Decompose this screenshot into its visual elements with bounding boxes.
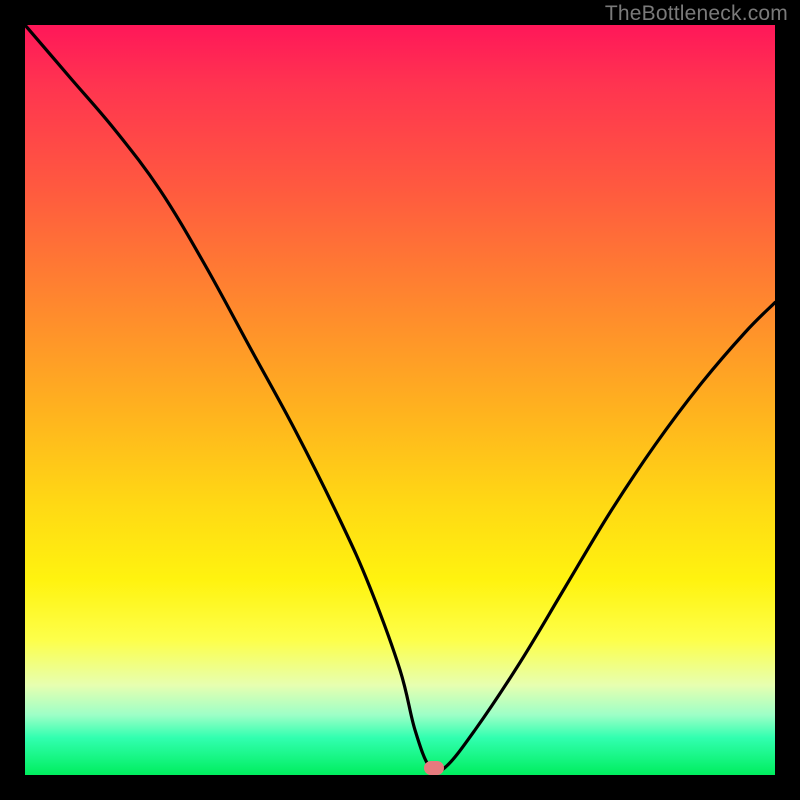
plot-area	[25, 25, 775, 775]
chart-stage: TheBottleneck.com	[0, 0, 800, 800]
bottleneck-curve	[25, 25, 775, 775]
trough-marker	[424, 761, 444, 775]
site-watermark: TheBottleneck.com	[605, 2, 788, 26]
